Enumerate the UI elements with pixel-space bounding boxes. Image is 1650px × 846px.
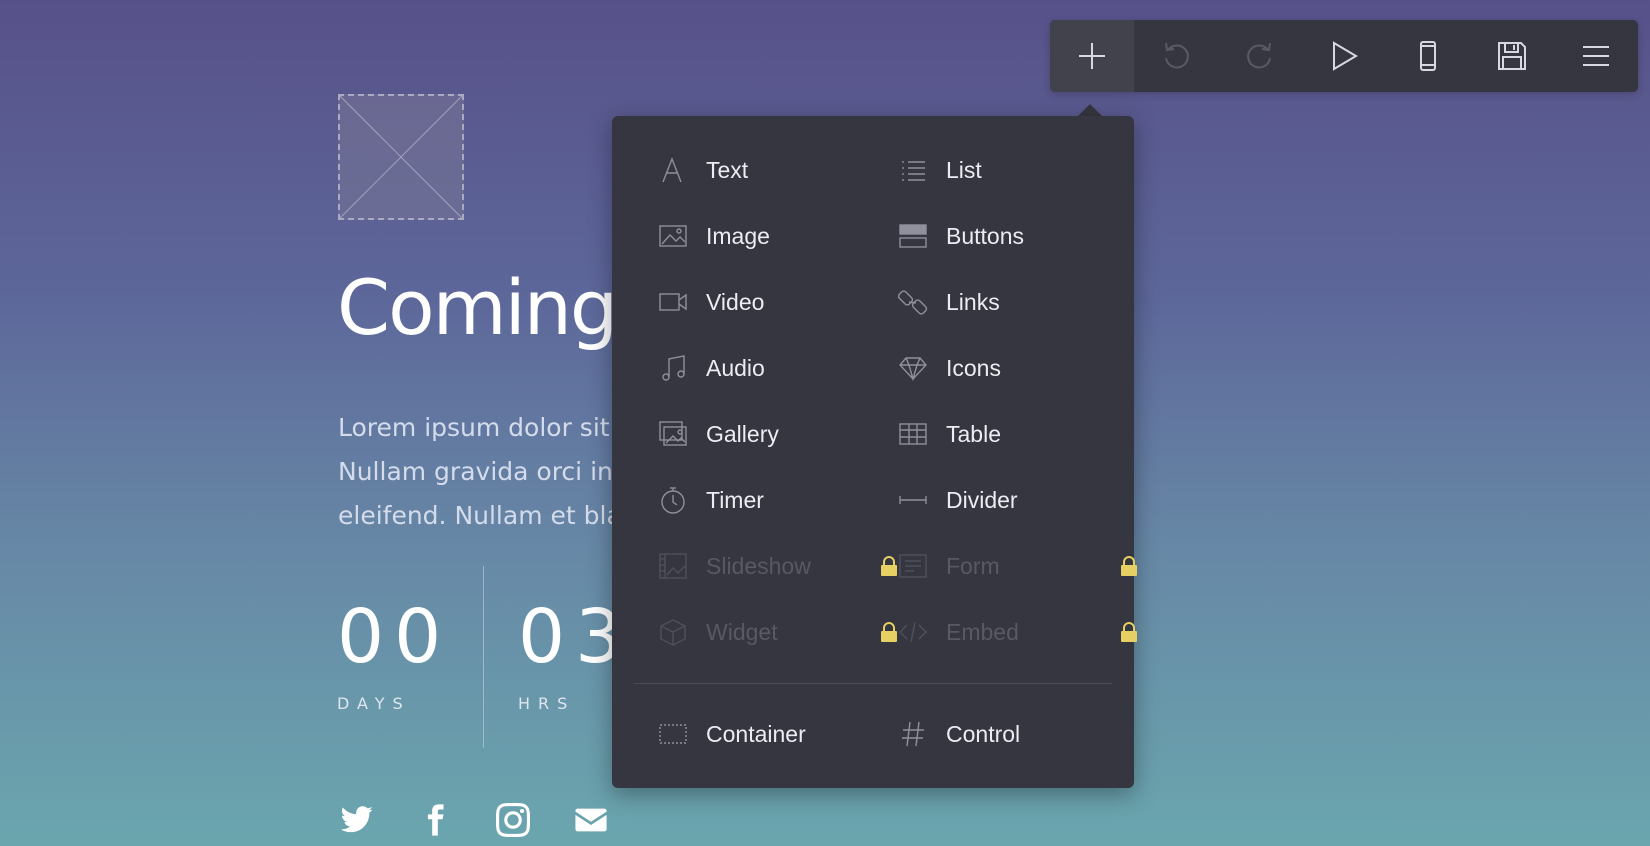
- counter-days-label: DAYS: [337, 694, 411, 713]
- menu-item-label: Embed: [946, 618, 1019, 645]
- slideshow-icon: [658, 551, 688, 581]
- save-icon: [1498, 42, 1526, 70]
- menu-item-label: Form: [946, 552, 1000, 579]
- facebook-icon[interactable]: [418, 803, 452, 837]
- add-element-button[interactable]: [1050, 20, 1134, 92]
- menu-item-label: Image: [706, 222, 770, 249]
- menu-item-embed[interactable]: Embed: [898, 612, 1137, 652]
- link-icon: [897, 287, 928, 317]
- music-icon: [658, 353, 688, 383]
- cube-icon: [658, 617, 688, 647]
- hash-icon: [898, 719, 928, 749]
- redo-icon: [1247, 42, 1271, 69]
- table-icon: [898, 419, 928, 449]
- page-canvas: Coming Lorem ipsum dolor sit a Nullam gr…: [0, 0, 1650, 846]
- plus-icon: [1079, 43, 1105, 69]
- counter-days[interactable]: 00 DAYS: [337, 600, 451, 713]
- video-icon: [658, 287, 688, 317]
- menu-item-label: Divider: [946, 486, 1018, 513]
- mobile-icon: [1420, 41, 1436, 71]
- stopwatch-icon: [658, 485, 688, 515]
- menu-item-slideshow[interactable]: Slideshow: [658, 546, 897, 586]
- lock-icon: [880, 556, 898, 576]
- list-icon: [898, 155, 928, 185]
- menu-item-label: Container: [706, 720, 806, 747]
- code-icon: [898, 617, 928, 647]
- gallery-icon: [658, 419, 688, 449]
- counter-days-value: 00: [337, 594, 452, 680]
- image-icon: [658, 221, 688, 251]
- menu-item-audio[interactable]: Audio: [658, 348, 888, 388]
- editor-toolbar: [1050, 20, 1638, 92]
- menu-item-text[interactable]: Text: [658, 150, 888, 190]
- menu-item-container[interactable]: Container: [658, 714, 888, 754]
- buttons-icon: [898, 221, 928, 251]
- menu-item-label: Audio: [706, 354, 765, 381]
- menu-item-label: Table: [946, 420, 1001, 447]
- main-menu-button[interactable]: [1554, 20, 1638, 92]
- toolbar-caret: [1078, 104, 1102, 116]
- undo-button[interactable]: [1134, 20, 1218, 92]
- menu-item-label: Timer: [706, 486, 764, 513]
- page-heading[interactable]: Coming: [337, 270, 618, 346]
- add-element-menu: Text List Image Buttons Video Links Audi…: [612, 116, 1137, 788]
- lock-icon: [1120, 556, 1138, 576]
- paragraph-line: Lorem ipsum dolor sit a: [338, 413, 633, 442]
- menu-item-timer[interactable]: Timer: [658, 480, 888, 520]
- menu-item-label: Slideshow: [706, 552, 811, 579]
- menu-item-buttons[interactable]: Buttons: [898, 216, 1128, 256]
- menu-item-control[interactable]: Control: [898, 714, 1128, 754]
- mobile-view-button[interactable]: [1386, 20, 1470, 92]
- menu-item-label: Video: [706, 288, 765, 315]
- menu-item-label: Text: [706, 156, 749, 183]
- play-icon: [1333, 41, 1358, 71]
- image-placeholder[interactable]: [338, 94, 464, 220]
- page-paragraph[interactable]: Lorem ipsum dolor sit a Nullam gravida o…: [338, 406, 658, 538]
- text-icon: [658, 155, 688, 185]
- twitter-icon[interactable]: [340, 803, 374, 837]
- placeholder-cross-icon: [340, 96, 462, 218]
- menu-item-divider[interactable]: Divider: [898, 480, 1128, 520]
- counter-divider: [483, 566, 484, 748]
- redo-button[interactable]: [1218, 20, 1302, 92]
- menu-item-image[interactable]: Image: [658, 216, 888, 256]
- menu-item-list[interactable]: List: [898, 150, 1128, 190]
- email-icon[interactable]: [574, 803, 608, 837]
- container-icon: [658, 719, 688, 749]
- menu-item-label: Icons: [946, 354, 1001, 381]
- menu-item-icons[interactable]: Icons: [898, 348, 1128, 388]
- menu-item-label: Control: [946, 720, 1021, 747]
- lock-icon: [880, 622, 898, 642]
- diamond-icon: [898, 353, 928, 383]
- menu-item-label: Gallery: [706, 420, 779, 447]
- hamburger-icon: [1583, 46, 1609, 66]
- menu-item-gallery[interactable]: Gallery: [658, 414, 888, 454]
- paragraph-line: eleifend. Nullam et bla: [338, 501, 622, 530]
- menu-item-table[interactable]: Table: [898, 414, 1128, 454]
- divider-icon: [898, 485, 928, 515]
- menu-item-label: Widget: [706, 618, 778, 645]
- instagram-icon[interactable]: [496, 803, 530, 837]
- menu-separator: [634, 683, 1112, 684]
- menu-item-links[interactable]: Links: [897, 282, 1128, 322]
- save-button[interactable]: [1470, 20, 1554, 92]
- preview-button[interactable]: [1302, 20, 1386, 92]
- menu-item-video[interactable]: Video: [658, 282, 888, 322]
- menu-item-form[interactable]: Form: [898, 546, 1137, 586]
- menu-item-label: Links: [946, 288, 1000, 315]
- undo-icon: [1165, 42, 1189, 69]
- form-icon: [898, 551, 928, 581]
- lock-icon: [1120, 622, 1138, 642]
- menu-item-label: Buttons: [946, 222, 1024, 249]
- paragraph-line: Nullam gravida orci in e: [338, 457, 637, 486]
- menu-item-label: List: [946, 156, 982, 183]
- menu-item-widget[interactable]: Widget: [658, 612, 897, 652]
